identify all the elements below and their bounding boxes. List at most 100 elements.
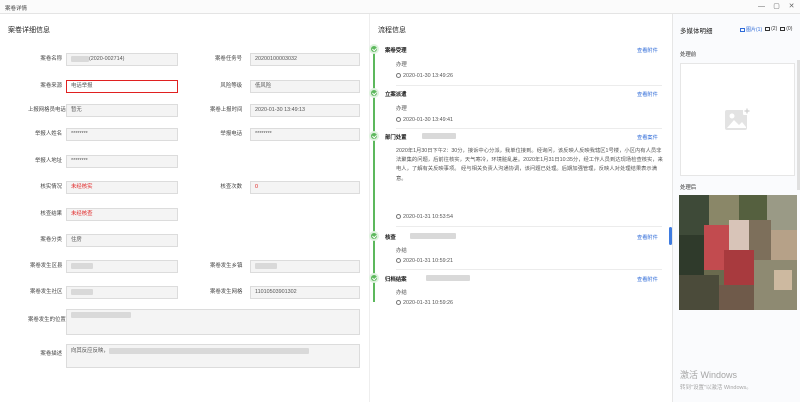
check-result-field: 未经核查 (66, 208, 178, 221)
clock-icon (396, 73, 401, 78)
description-field: 向其反应反映， (66, 344, 360, 368)
divider (396, 85, 662, 86)
reporter-phone-field: ******** (250, 128, 360, 141)
task-no-field: 20200100003032 (250, 53, 360, 66)
reporter-name-label: 举报人姓名 (35, 131, 62, 137)
redacted-text (71, 311, 131, 318)
collapse-handle[interactable] (669, 227, 672, 245)
step-title: 部门处置 (385, 135, 407, 141)
window-title: 案卷详情 (5, 6, 28, 12)
step-time: 2020-01-30 13:49:26 (396, 73, 453, 79)
redacted-text (255, 262, 277, 269)
before-label: 处理前 (680, 52, 697, 58)
reporter-name-field: ******** (66, 128, 178, 141)
image-icon (740, 27, 745, 32)
verify-count-label: 核查次数 (220, 184, 242, 190)
source-label: 案卷来源 (40, 83, 62, 89)
verify-status-field: 未经核实 (66, 181, 178, 194)
community-field (66, 286, 178, 299)
view-case-link[interactable]: 查看案件 (637, 134, 658, 141)
reporter-addr-field: ******** (66, 155, 178, 168)
district-label: 案卷发生区县 (30, 263, 63, 269)
source-field: 电话举报 (66, 80, 178, 93)
minimize-button[interactable]: — (757, 2, 766, 11)
step-status: 办理 (396, 62, 407, 68)
task-no-label: 案卷任务号 (215, 56, 242, 62)
view-attachment-link[interactable]: 查看附件 (637, 47, 658, 54)
step-description: 2020年1月30日下午2：30分，接诉中心分派，我单位接到。经询问，该反映人反… (396, 148, 663, 182)
check-icon (369, 44, 379, 54)
check-result-label: 核查结果 (40, 211, 62, 217)
case-name-label: 案卷名称 (40, 56, 62, 62)
town-label: 案卷发生乡镇 (210, 263, 243, 269)
description-label: 案卷描述 (40, 351, 62, 357)
clock-icon (396, 117, 401, 122)
step-time: 2020-01-30 13:49:41 (396, 117, 453, 123)
location-field (66, 309, 360, 335)
after-photo[interactable] (679, 195, 797, 310)
tab-audio[interactable]: (0) (780, 26, 792, 33)
tab-video[interactable]: (2) (765, 26, 777, 33)
activation-watermark: 激活 Windows 转到"设置"以激活 Windows。 (680, 370, 752, 391)
verify-count-field: 0 (250, 181, 360, 194)
redacted-text (71, 288, 93, 295)
image-placeholder-icon (725, 107, 751, 130)
case-name-field: (2020-002714) (66, 53, 178, 66)
grid-label: 案卷发生网格 (210, 289, 243, 295)
report-time-label: 案卷上报时间 (210, 107, 243, 113)
check-icon (369, 273, 379, 283)
before-image-placeholder[interactable] (680, 63, 795, 176)
timeline-line (373, 48, 375, 302)
risk-label: 风险等级 (220, 83, 242, 89)
view-attachment-link[interactable]: 查看附件 (637, 234, 658, 241)
redacted-text (71, 55, 89, 62)
verify-status-label: 核实情况 (40, 184, 62, 190)
report-time-field: 2020-01-30 13:49:13 (250, 104, 360, 117)
step-title: 案卷受理 (385, 48, 407, 54)
check-icon (369, 88, 379, 98)
video-icon (765, 26, 771, 31)
clock-icon (396, 214, 401, 219)
window-titlebar: 案卷详情 — ▢ ✕ (0, 0, 800, 14)
step-title: 立案派遣 (385, 92, 407, 98)
audio-icon (780, 26, 786, 31)
town-field (250, 260, 360, 273)
reporter-phone-label: 举报电话 (220, 131, 242, 137)
flow-title: 流程信息 (378, 27, 406, 34)
divider (396, 128, 662, 129)
tab-images[interactable]: 图片(1) (740, 26, 762, 33)
check-icon (369, 131, 379, 141)
redacted-text (426, 275, 470, 281)
redacted-text (108, 347, 309, 354)
step-title: 核查 (385, 235, 396, 241)
step-status: 办理 (396, 106, 407, 112)
view-attachment-link[interactable]: 查看附件 (637, 91, 658, 98)
divider (396, 269, 662, 270)
case-type-label: 案卷分类 (40, 237, 62, 243)
step-status: 办结 (396, 248, 407, 254)
step-time: 2020-01-31 10:59:26 (396, 300, 453, 306)
clock-icon (396, 258, 401, 263)
media-tabs: 图片(1) (2) (0) (740, 26, 792, 33)
step-time: 2020-01-31 10:59:21 (396, 258, 453, 264)
risk-field: 低风险 (250, 80, 360, 93)
redacted-text (410, 233, 456, 239)
grid-field: 11010503901302 (250, 286, 360, 299)
district-field (66, 260, 178, 273)
case-type-field: 住房 (66, 234, 178, 247)
case-detail-title: 案卷详细信息 (8, 27, 50, 34)
media-title: 多媒体明细 (680, 28, 713, 35)
clock-icon (396, 300, 401, 305)
view-attachment-link[interactable]: 查看附件 (637, 276, 658, 283)
step-status: 办结 (396, 290, 407, 296)
close-button[interactable]: ✕ (787, 2, 796, 11)
after-label: 处理后 (680, 185, 697, 191)
upstream-phone-field: 暂无 (66, 104, 178, 117)
step-time: 2020-01-31 10:53:54 (396, 214, 453, 220)
step-title: 归档结案 (385, 277, 407, 283)
maximize-button[interactable]: ▢ (772, 2, 781, 11)
community-label: 案卷发生社区 (30, 289, 63, 295)
divider (396, 226, 662, 227)
upstream-phone-label: 上报网格员电话 (28, 107, 66, 113)
redacted-text (422, 133, 456, 139)
